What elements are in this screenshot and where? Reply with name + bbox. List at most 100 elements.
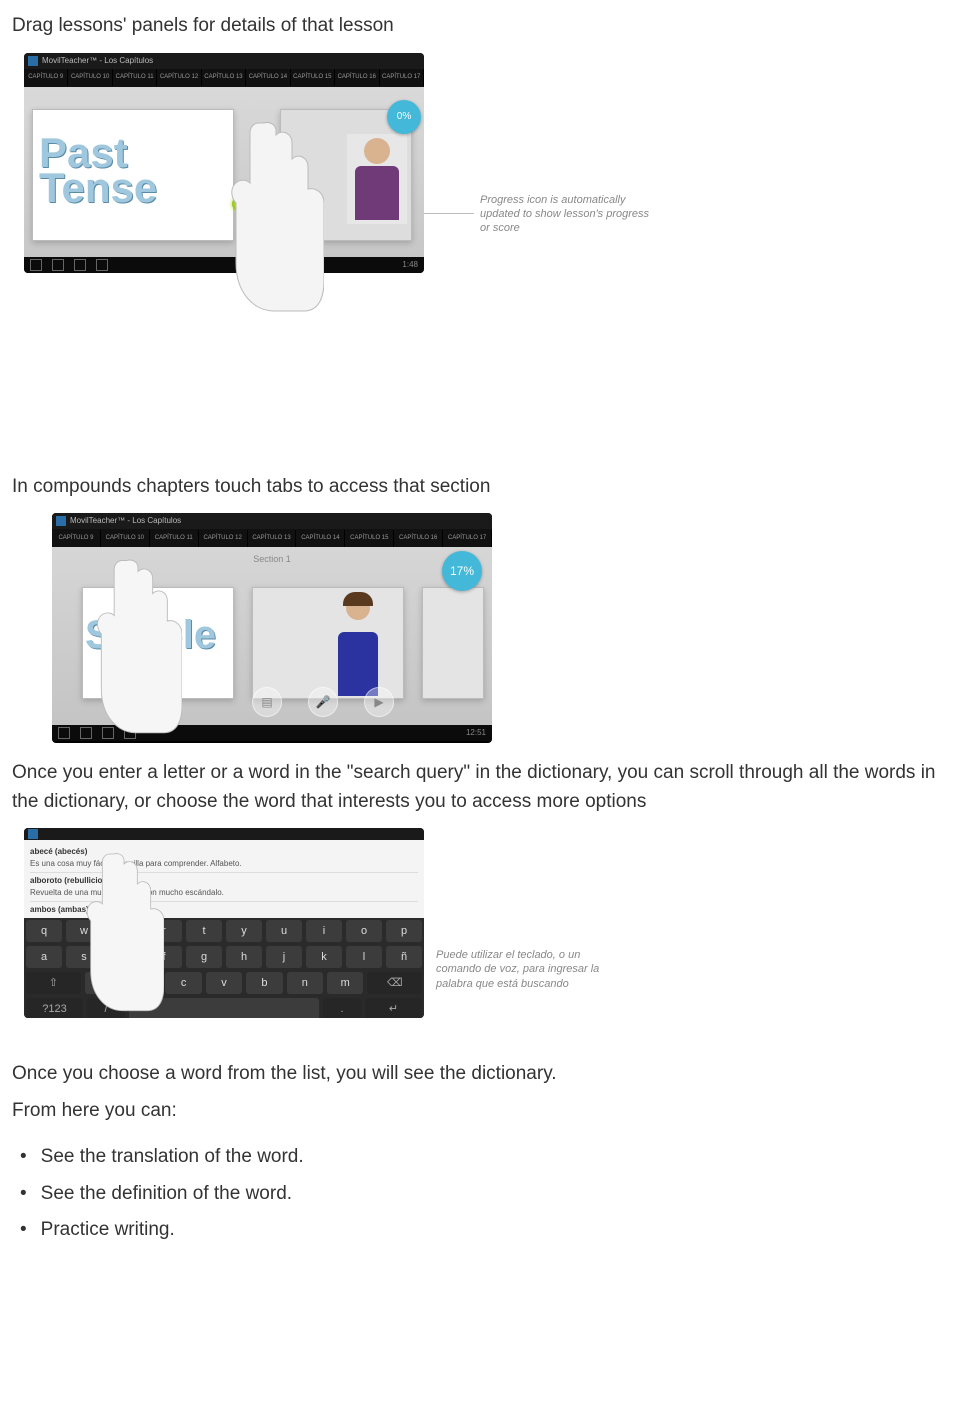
tab-chapter[interactable]: CAPÍTULO 10 bbox=[101, 530, 150, 547]
tablet-screenshot-3: abecé (abecés) Es una cosa muy fácil o s… bbox=[24, 828, 424, 1018]
key[interactable]: w bbox=[66, 920, 102, 942]
play-button[interactable]: ▶ bbox=[364, 687, 394, 717]
figure-2: MovilTeacher™ - Los Capítulos CAPÍTULO 9… bbox=[52, 513, 962, 743]
headword: ambos (ambas) bbox=[30, 905, 89, 914]
key[interactable]: q bbox=[26, 920, 62, 942]
dictionary-results-list[interactable]: abecé (abecés) Es una cosa muy fácil o s… bbox=[24, 840, 424, 918]
home-icon[interactable] bbox=[80, 727, 92, 739]
tab-chapter[interactable]: CAPÍTULO 9 bbox=[24, 69, 68, 86]
dictionary-entry[interactable]: abecé (abecés) Es una cosa muy fácil o s… bbox=[30, 844, 418, 873]
section-panel[interactable] bbox=[252, 587, 404, 699]
key[interactable]: v bbox=[206, 972, 242, 994]
key[interactable]: c bbox=[165, 972, 201, 994]
tab-chapter[interactable]: CAPÍTULO 15 bbox=[345, 530, 394, 547]
recents-icon[interactable] bbox=[102, 727, 114, 739]
tab-chapter[interactable]: CAPÍTULO 17 bbox=[443, 530, 492, 547]
tab-chapter[interactable]: CAPÍTULO 9 bbox=[52, 530, 101, 547]
list-button[interactable]: ▤ bbox=[252, 687, 282, 717]
key[interactable]: e bbox=[106, 920, 142, 942]
list-item: See the definition of the word. bbox=[20, 1180, 962, 1209]
tab-chapter[interactable]: CAPÍTULO 12 bbox=[199, 530, 248, 547]
key[interactable]: m bbox=[327, 972, 363, 994]
home-icon[interactable] bbox=[52, 259, 64, 271]
back-icon[interactable] bbox=[30, 259, 42, 271]
key[interactable]: d bbox=[106, 946, 142, 968]
lesson-panel[interactable]: Past Tense bbox=[32, 109, 234, 241]
key[interactable]: . bbox=[323, 998, 361, 1018]
lesson-carousel[interactable]: Past Tense 0% bbox=[24, 87, 424, 257]
paragraph-search-query: Once you enter a letter or a word in the… bbox=[12, 759, 962, 816]
key-shift[interactable]: ⇧ bbox=[26, 972, 81, 994]
dictionary-entry[interactable]: ambos (ambas) El uno y el otro; los dos. bbox=[30, 902, 418, 918]
menu-icon[interactable] bbox=[124, 727, 136, 739]
section-title-graphic: Simple bbox=[85, 618, 216, 652]
key-backspace[interactable]: ⌫ bbox=[367, 972, 422, 994]
key[interactable]: f bbox=[146, 946, 182, 968]
app-titlebar: MovilTeacher™ - Los Capítulos bbox=[24, 53, 424, 69]
key[interactable]: x bbox=[125, 972, 161, 994]
key[interactable]: l bbox=[346, 946, 382, 968]
tab-chapter[interactable]: CAPÍTULO 10 bbox=[68, 69, 112, 86]
key[interactable]: u bbox=[266, 920, 302, 942]
key[interactable]: a bbox=[26, 946, 62, 968]
person-illustration bbox=[347, 134, 407, 224]
key-enter[interactable]: ↵ bbox=[365, 998, 422, 1018]
onscreen-keyboard[interactable]: q w e r t y u i o p a s d f g h bbox=[24, 918, 424, 1018]
key[interactable]: g bbox=[186, 946, 222, 968]
tab-chapter[interactable]: CAPÍTULO 11 bbox=[113, 69, 157, 86]
key[interactable]: s bbox=[66, 946, 102, 968]
tab-chapter[interactable]: CAPÍTULO 15 bbox=[291, 69, 335, 86]
indicator-dot-icon bbox=[232, 197, 246, 211]
key[interactable]: y bbox=[226, 920, 262, 942]
key[interactable]: o bbox=[346, 920, 382, 942]
key[interactable]: k bbox=[306, 946, 342, 968]
tab-chapter[interactable]: CAPÍTULO 11 bbox=[150, 530, 199, 547]
key[interactable]: b bbox=[246, 972, 282, 994]
back-icon[interactable] bbox=[58, 727, 70, 739]
menu-icon[interactable] bbox=[96, 259, 108, 271]
tab-chapter[interactable]: CAPÍTULO 12 bbox=[157, 69, 201, 86]
section-carousel[interactable]: Section 1 Simple 17% ▤ 🎤 bbox=[52, 547, 492, 725]
section-panel[interactable] bbox=[422, 587, 484, 699]
chapter-tabs[interactable]: CAPÍTULO 9 CAPÍTULO 10 CAPÍTULO 11 CAPÍT… bbox=[52, 529, 492, 547]
chapter-tabs[interactable]: CAPÍTULO 9 CAPÍTULO 10 CAPÍTULO 11 CAPÍT… bbox=[24, 69, 424, 87]
key[interactable]: / bbox=[87, 998, 125, 1018]
lesson-panel-next[interactable]: 0% bbox=[280, 109, 412, 241]
key-symbols[interactable]: ?123 bbox=[26, 998, 83, 1018]
tab-chapter[interactable]: CAPÍTULO 16 bbox=[394, 530, 443, 547]
key[interactable]: z bbox=[85, 972, 121, 994]
tab-chapter[interactable]: CAPÍTULO 14 bbox=[246, 69, 290, 86]
tab-chapter[interactable]: CAPÍTULO 16 bbox=[335, 69, 379, 86]
recents-icon[interactable] bbox=[74, 259, 86, 271]
tablet-screenshot-2: MovilTeacher™ - Los Capítulos CAPÍTULO 9… bbox=[52, 513, 492, 743]
section-panel[interactable]: Simple bbox=[82, 587, 234, 699]
app-title: MovilTeacher™ - Los Capítulos bbox=[70, 515, 181, 527]
headword: alboroto (rebullicio) bbox=[30, 876, 105, 885]
key[interactable]: h bbox=[226, 946, 262, 968]
tab-chapter[interactable]: CAPÍTULO 13 bbox=[202, 69, 246, 86]
progress-badge: 17% bbox=[442, 551, 482, 591]
tab-chapter[interactable]: CAPÍTULO 14 bbox=[296, 530, 345, 547]
key[interactable]: n bbox=[287, 972, 323, 994]
app-titlebar: MovilTeacher™ - Los Capítulos bbox=[52, 513, 492, 529]
callout-text: Puede utilizar el teclado, o un comando … bbox=[436, 948, 616, 991]
paragraph-drag-lessons: Drag lessons' panels for details of that… bbox=[12, 12, 962, 41]
list-icon: ▤ bbox=[261, 693, 272, 711]
tab-chapter[interactable]: CAPÍTULO 13 bbox=[248, 530, 297, 547]
key[interactable]: r bbox=[146, 920, 182, 942]
person-illustration bbox=[323, 594, 393, 694]
list-item: See the translation of the word. bbox=[20, 1143, 962, 1172]
mic-button[interactable]: 🎤 bbox=[308, 687, 338, 717]
lesson-title-graphic: Past Tense bbox=[39, 135, 157, 206]
definition-preview: El uno y el otro; los dos. bbox=[30, 916, 418, 918]
key[interactable]: t bbox=[186, 920, 222, 942]
key-space[interactable] bbox=[129, 998, 319, 1018]
key[interactable]: ñ bbox=[386, 946, 422, 968]
tab-chapter[interactable]: CAPÍTULO 17 bbox=[380, 69, 424, 86]
key[interactable]: p bbox=[386, 920, 422, 942]
dictionary-entry[interactable]: alboroto (rebullicio) Revuelta de una mu… bbox=[30, 873, 418, 902]
key[interactable]: i bbox=[306, 920, 342, 942]
mic-icon: 🎤 bbox=[316, 693, 331, 711]
list-item: Practice writing. bbox=[20, 1216, 962, 1245]
key[interactable]: j bbox=[266, 946, 302, 968]
